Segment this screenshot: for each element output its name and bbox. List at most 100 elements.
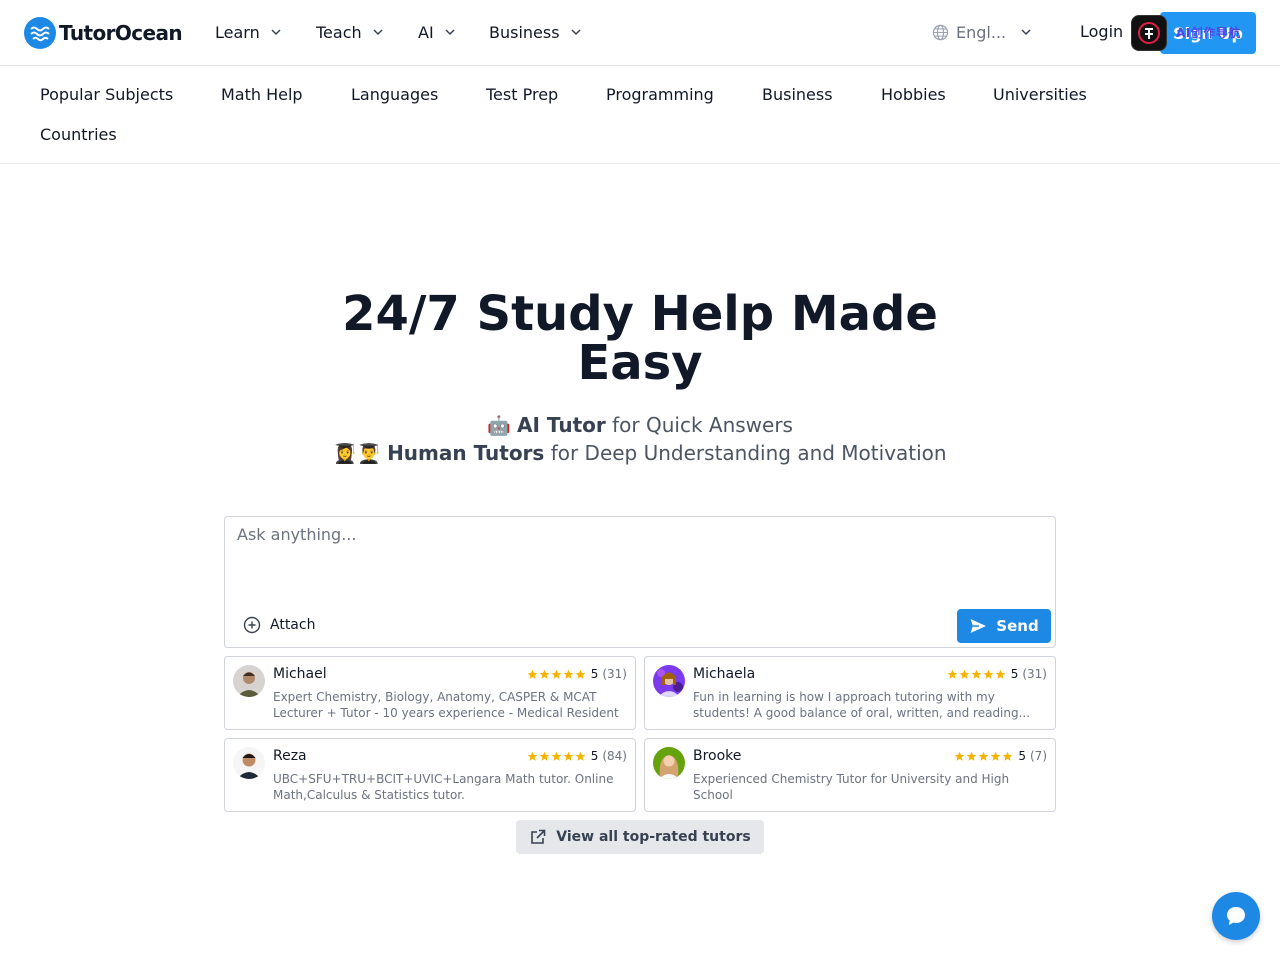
- tutor-card[interactable]: Brooke 5 (7) Experienced Chemistry Tutor…: [644, 738, 1056, 812]
- view-all-tutors-button[interactable]: View all top-rated tutors: [516, 820, 764, 854]
- nav-label: Business: [489, 22, 560, 42]
- star-icon: [527, 751, 537, 761]
- category-popular-subjects[interactable]: Popular Subjects: [40, 85, 173, 104]
- attach-label: Attach: [270, 617, 316, 633]
- star-icon: [967, 751, 977, 761]
- send-button[interactable]: Send: [957, 609, 1051, 643]
- nav-business[interactable]: Business: [489, 22, 582, 42]
- review-count: (31): [602, 667, 627, 681]
- star-icon: [971, 669, 981, 679]
- star-icon: [995, 669, 1005, 679]
- browser-extension-icon[interactable]: [1131, 15, 1167, 51]
- star-icon: [551, 669, 561, 679]
- star-rating: [527, 751, 587, 762]
- chat-bubble-icon: [1227, 907, 1245, 925]
- view-all-label: View all top-rated tutors: [556, 829, 751, 845]
- human-tutors-desc: for Deep Understanding and Motivation: [550, 441, 947, 465]
- avatar: [233, 747, 265, 779]
- rating-value: 5: [1010, 667, 1019, 681]
- star-icon: [539, 669, 549, 679]
- nav-ai[interactable]: AI: [418, 22, 456, 42]
- star-icon: [551, 751, 561, 761]
- star-icon: [563, 669, 573, 679]
- tutor-rating: 5 (31): [527, 667, 627, 681]
- star-rating: [954, 751, 1014, 762]
- nav-label: AI: [418, 22, 434, 42]
- ask-box: Attach Send: [224, 516, 1056, 648]
- ai-tutor-desc: for Quick Answers: [612, 413, 793, 437]
- external-link-icon: [531, 829, 546, 844]
- tutor-card[interactable]: Michaela 5 (31) Fun in learning is how I…: [644, 656, 1056, 730]
- hero-ai-line: 🤖 AI Tutor for Quick Answers: [240, 413, 1040, 437]
- star-rating: [947, 669, 1007, 680]
- chevron-down-icon: [373, 29, 383, 36]
- nav-label: Learn: [215, 22, 260, 42]
- star-icon: [979, 751, 989, 761]
- hero-human-line: 👩‍🎓👨‍🎓 Human Tutors for Deep Understandi…: [240, 441, 1040, 465]
- avatar: [653, 747, 685, 779]
- language-label: Engl...: [956, 22, 1007, 42]
- review-count: (7): [1030, 749, 1047, 763]
- category-hobbies[interactable]: Hobbies: [881, 85, 946, 104]
- category-languages[interactable]: Languages: [351, 85, 438, 104]
- language-selector[interactable]: Engl...: [932, 22, 1032, 42]
- human-tutors-label: Human Tutors: [387, 441, 545, 465]
- category-math-help[interactable]: Math Help: [221, 85, 303, 104]
- star-icon: [947, 669, 957, 679]
- category-countries[interactable]: Countries: [40, 125, 117, 144]
- chevron-down-icon: [445, 29, 455, 36]
- tutor-description: Expert Chemistry, Biology, Anatomy, CASP…: [273, 690, 619, 720]
- category-nav: Popular Subjects Math Help Languages Tes…: [0, 66, 1280, 164]
- tutor-rating: 5 (84): [527, 749, 627, 763]
- star-icon: [539, 751, 549, 761]
- star-icon: [959, 669, 969, 679]
- robot-icon: 🤖: [487, 415, 511, 437]
- brand-logo[interactable]: TutorOcean: [24, 17, 183, 49]
- tutor-description: Fun in learning is how I approach tutori…: [693, 690, 1031, 720]
- star-icon: [575, 751, 585, 761]
- tutor-name: Michael: [273, 666, 327, 682]
- extension-label: AI创作导航: [1176, 26, 1241, 40]
- review-count: (31): [1022, 667, 1047, 681]
- globe-icon: [932, 24, 949, 40]
- rating-value: 5: [590, 749, 599, 763]
- star-icon: [575, 669, 585, 679]
- tutor-name: Reza: [273, 748, 307, 764]
- tutor-name: Brooke: [693, 748, 742, 764]
- star-icon: [955, 751, 965, 761]
- brand-name: TutorOcean: [59, 21, 183, 45]
- category-business[interactable]: Business: [762, 85, 833, 104]
- tutor-card[interactable]: Michael 5 (31) Expert Chemistry, Biology…: [224, 656, 636, 730]
- category-universities[interactable]: Universities: [993, 85, 1087, 104]
- avatar: [653, 665, 685, 697]
- review-count: (84): [602, 749, 627, 763]
- star-icon: [983, 669, 993, 679]
- chevron-down-icon: [271, 29, 281, 36]
- attach-button[interactable]: Attach: [243, 616, 315, 634]
- nav-learn[interactable]: Learn: [215, 22, 282, 42]
- avatar: [233, 665, 265, 697]
- tutor-rating: 5 (31): [947, 667, 1047, 681]
- top-header: TutorOcean Learn Teach AI Business Engl.…: [0, 0, 1280, 66]
- nav-label: Teach: [316, 22, 362, 42]
- rating-value: 5: [1018, 749, 1026, 763]
- send-icon: [970, 619, 987, 633]
- tutor-rating: 5 (7): [954, 749, 1047, 763]
- ai-tutor-label: AI Tutor: [517, 413, 606, 437]
- rating-value: 5: [590, 667, 599, 681]
- chat-support-button[interactable]: [1212, 892, 1260, 940]
- category-test-prep[interactable]: Test Prep: [486, 85, 558, 104]
- nav-teach[interactable]: Teach: [316, 22, 384, 42]
- send-label: Send: [996, 617, 1039, 635]
- ask-input[interactable]: [237, 525, 1037, 605]
- category-programming[interactable]: Programming: [606, 85, 714, 104]
- star-icon: [563, 751, 573, 761]
- ocean-wave-icon: [24, 17, 56, 49]
- tutor-card[interactable]: Reza 5 (84) UBC+SFU+TRU+BCIT+UVIC+Langar…: [224, 738, 636, 812]
- graduate-icon: 👩‍🎓👨‍🎓: [333, 443, 381, 465]
- tutor-name: Michaela: [693, 666, 756, 682]
- star-icon: [1003, 751, 1013, 761]
- star-icon: [527, 669, 537, 679]
- chevron-down-icon: [571, 29, 581, 36]
- login-link[interactable]: Login: [1080, 22, 1123, 41]
